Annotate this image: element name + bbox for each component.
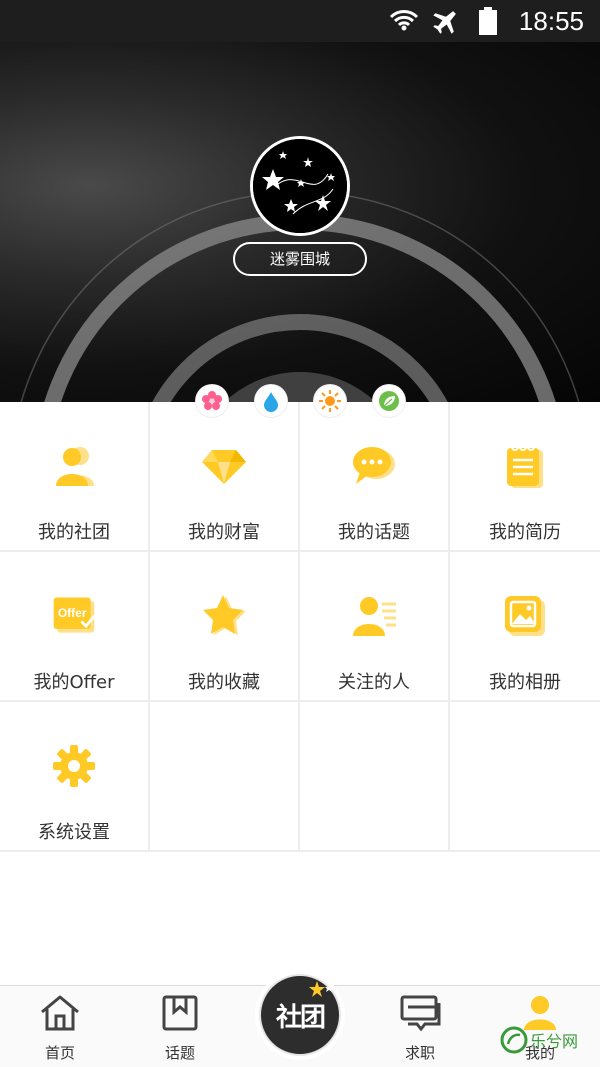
- menu-item-my-album[interactable]: 我的相册: [450, 552, 600, 702]
- empty-cell: [150, 702, 300, 852]
- club-logo: 社团: [259, 974, 341, 1056]
- nav-label: 话题: [164, 1044, 195, 1062]
- profile-header: 迷雾围城: [0, 42, 600, 402]
- bookmark-book-icon: [161, 994, 199, 1036]
- menu-item-label: 系统设置: [38, 822, 110, 843]
- followed-person-icon: [350, 592, 398, 640]
- menu-item-my-club[interactable]: 我的社团: [0, 402, 150, 552]
- offer-icon: Offer: [50, 592, 98, 640]
- chat-bubble-icon: [350, 442, 398, 490]
- sun-badge-icon: [314, 385, 346, 417]
- menu-item-my-offer[interactable]: Offer 我的Offer: [0, 552, 150, 702]
- clock: 18:55: [518, 5, 584, 36]
- menu-item-label: 我的Offer: [33, 672, 115, 693]
- watermark-logo-icon: [500, 1026, 528, 1054]
- star-icon: [200, 592, 248, 640]
- home-icon: [39, 994, 81, 1036]
- leaf-badge-icon: [373, 385, 405, 417]
- menu-item-my-wealth[interactable]: 我的财富: [150, 402, 300, 552]
- status-bar: 18:55: [0, 0, 600, 42]
- menu-item-followed-people[interactable]: 关注的人: [300, 552, 450, 702]
- gear-icon: [50, 742, 98, 790]
- menu-item-label: 我的收藏: [188, 672, 260, 693]
- nav-label: 求职: [404, 1044, 435, 1062]
- water-drop-badge-icon: [255, 385, 287, 417]
- user-avatar[interactable]: [250, 136, 350, 236]
- flower-badge-icon: [196, 385, 228, 417]
- center-club-button[interactable]: 社团: [255, 970, 345, 1060]
- wifi-icon: [389, 6, 419, 36]
- nav-home[interactable]: 首页: [20, 994, 100, 1064]
- menu-item-my-topics[interactable]: 我的话题: [300, 402, 450, 552]
- menu-item-label: 我的简历: [489, 522, 561, 543]
- diamond-icon: [200, 442, 248, 490]
- menu-item-label: 我的话题: [338, 522, 410, 543]
- watermark-text: 乐兮网: [530, 1032, 579, 1051]
- menu-item-label: 我的社团: [38, 522, 110, 543]
- club-icon: [50, 442, 98, 490]
- svg-text:Offer: Offer: [58, 606, 87, 620]
- nav-topics[interactable]: 话题: [140, 994, 220, 1064]
- photo-album-icon: [501, 592, 549, 640]
- menu-item-system-settings[interactable]: 系统设置: [0, 702, 150, 852]
- menu-item-my-resume[interactable]: 我的简历: [450, 402, 600, 552]
- user-badges: [196, 385, 406, 417]
- club-logo-text: 社团: [275, 1002, 326, 1033]
- resume-notepad-icon: [501, 442, 549, 490]
- battery-icon: [473, 6, 503, 36]
- menu-item-label: 我的财富: [188, 522, 260, 543]
- empty-cell: [450, 702, 600, 852]
- menu-item-label: 我的相册: [489, 672, 561, 693]
- empty-cell: [300, 702, 450, 852]
- job-messages-icon: [399, 994, 441, 1036]
- menu-item-my-favorites[interactable]: 我的收藏: [150, 552, 300, 702]
- nav-label: 首页: [44, 1044, 75, 1062]
- watermark: 乐兮网: [500, 1020, 600, 1060]
- airplane-mode-icon: [431, 6, 461, 36]
- stars-icon: [309, 981, 333, 997]
- profile-menu-grid: 我的社团 我的财富 我的话题 我的简历 Offer 我的Offer 我的收藏 关…: [0, 402, 600, 852]
- user-nickname[interactable]: 迷雾围城: [233, 242, 367, 276]
- menu-item-label: 关注的人: [338, 672, 410, 693]
- nav-jobs[interactable]: 求职: [380, 994, 460, 1064]
